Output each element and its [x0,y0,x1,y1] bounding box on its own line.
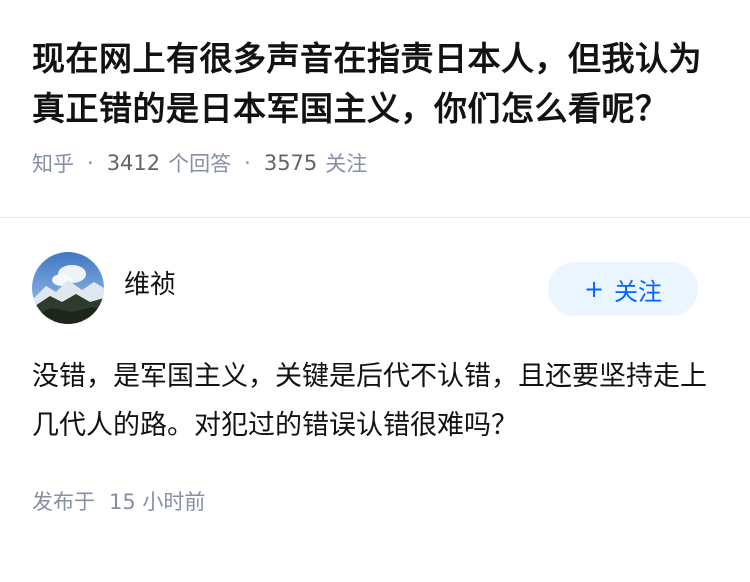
question-header: 现在网上有很多声音在指责日本人，但我认为真正错的是日本军国主义，你们怎么看呢？ … [0,0,750,218]
meta-separator: · [87,151,94,175]
follow-button-label: 关注 [614,277,663,306]
author-name[interactable]: 维祯 [124,264,176,301]
source-label[interactable]: 知乎 [32,148,74,178]
mountain-avatar-image [32,252,104,324]
question-meta: 知乎 · 3412 个回答 · 3575 关注 [32,148,718,178]
follow-button[interactable]: + 关注 [548,262,698,316]
published-time: 15 小时前 [109,490,206,514]
avatar[interactable] [32,252,104,324]
published-label: 发布于 [32,490,95,514]
question-title[interactable]: 现在网上有很多声音在指责日本人，但我认为真正错的是日本军国主义，你们怎么看呢？ [32,34,718,134]
answer-meta: 发布于 15 小时前 [32,486,718,516]
follow-count-label: 关注 [325,152,368,176]
answer-count-label[interactable]: 个回答 [168,148,231,178]
answer-card: 维祯 + 关注 没错，是军国主义，关键是后代不认错，且还要坚持走上几代人的路。对… [0,218,750,516]
plus-icon: + [583,275,605,303]
answer-count: 3412 [106,151,161,175]
answer-content[interactable]: 没错，是军国主义，关键是后代不认错，且还要坚持走上几代人的路。对犯过的错误认错很… [32,352,718,450]
follow-count: 3575 [263,151,318,175]
author-row: 维祯 + 关注 [32,250,718,326]
meta-separator: · [244,151,251,175]
